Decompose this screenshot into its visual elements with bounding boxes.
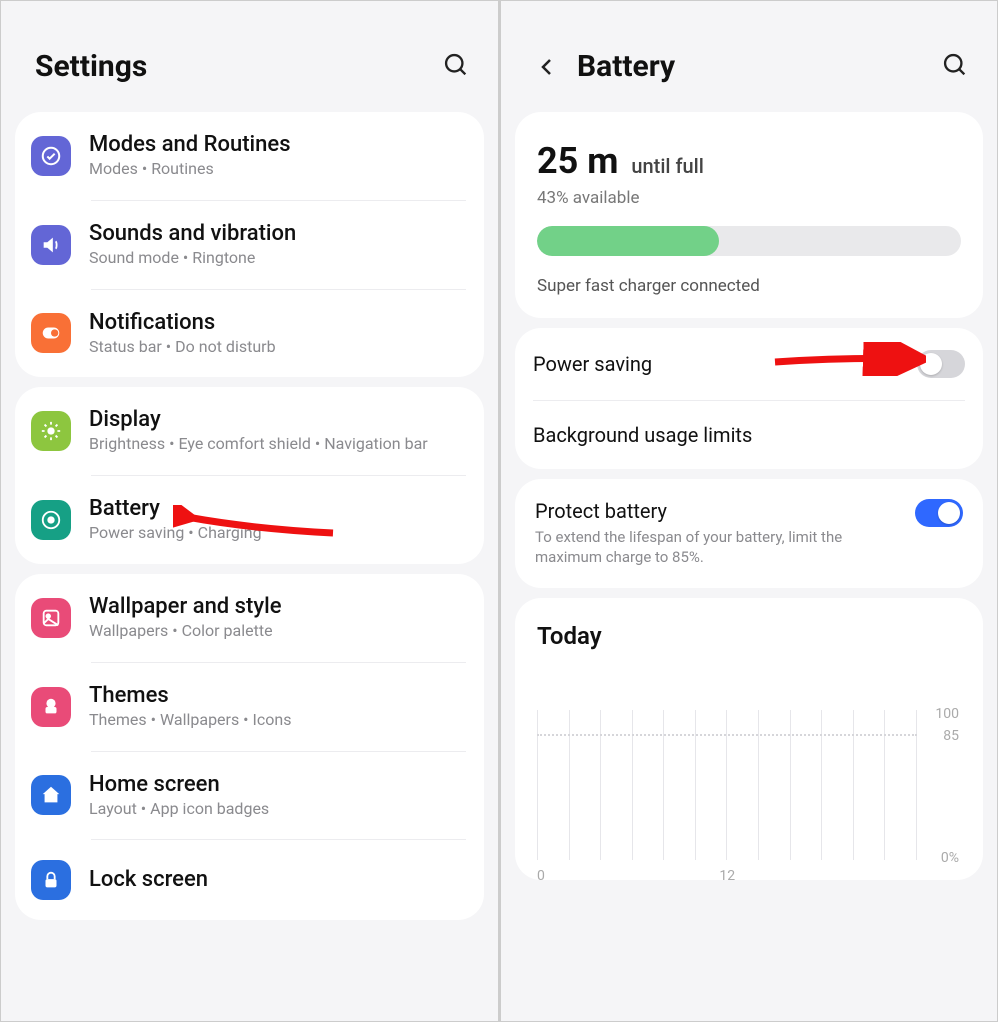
settings-screen: Settings Modes and Routines Modes • Rout… [0,0,499,1022]
x-ticks: 0 12 [537,868,917,884]
charger-status: Super fast charger connected [537,276,961,296]
settings-item-display[interactable]: Display Brightness • Eye comfort shield … [15,387,484,475]
y-tick-0: 0% [941,850,959,866]
item-subtitle: Layout • App icon badges [89,799,464,820]
page-title: Settings [35,49,424,84]
y-tick-100: 100 [935,706,959,722]
protect-battery-desc: To extend the lifespan of your battery, … [535,527,899,568]
time-suffix: until full [631,154,703,178]
search-icon[interactable] [442,51,474,83]
settings-item-lock-screen[interactable]: Lock screen [15,840,484,920]
item-title: Themes [89,683,464,708]
back-button[interactable] [535,55,559,79]
item-subtitle: Themes • Wallpapers • Icons [89,710,464,731]
sounds-icon [31,225,71,265]
battery-usage-chart: 100 85 0% 0 12 [537,710,961,880]
percent-available: 43% available [537,188,961,208]
item-subtitle: Sound mode • Ringtone [89,248,464,269]
chart-reference-85 [537,734,917,736]
power-saving-label: Power saving [533,352,905,376]
settings-group-3: Wallpaper and style Wallpapers • Color p… [15,574,484,920]
chart-gridlines [537,710,917,860]
item-title: Wallpaper and style [89,594,464,619]
battery-progress-fill [537,226,719,256]
battery-screen: Battery 25 m until full 43% available Su… [499,0,998,1022]
page-title: Battery [577,49,923,84]
settings-item-modes-routines[interactable]: Modes and Routines Modes • Routines [15,112,484,200]
time-until-full: 25 m until full [537,140,704,182]
battery-icon [31,500,71,540]
power-saving-row[interactable]: Power saving [515,328,983,400]
settings-group-1: Modes and Routines Modes • Routines Soun… [15,112,484,377]
display-icon [31,411,71,451]
protect-battery-title: Protect battery [535,499,899,523]
x-tick-12: 12 [719,868,735,884]
item-subtitle: Brightness • Eye comfort shield • Naviga… [89,434,464,455]
settings-item-sounds-vibration[interactable]: Sounds and vibration Sound mode • Ringto… [15,201,484,289]
item-title: Display [89,407,464,432]
settings-item-home-screen[interactable]: Home screen Layout • App icon badges [15,752,484,840]
x-tick-0: 0 [537,868,545,884]
wallpaper-icon [31,598,71,638]
themes-icon [31,687,71,727]
protect-battery-toggle[interactable] [915,499,963,527]
notifications-icon [31,313,71,353]
protect-battery-card[interactable]: Protect battery To extend the lifespan o… [515,479,983,588]
item-subtitle: Modes • Routines [89,159,464,180]
background-usage-limits-row[interactable]: Background usage limits [515,401,983,469]
settings-item-wallpaper-style[interactable]: Wallpaper and style Wallpapers • Color p… [15,574,484,662]
item-title: Modes and Routines [89,132,464,157]
battery-status-card: 25 m until full 43% available Super fast… [515,112,983,318]
today-title: Today [537,622,961,650]
search-icon[interactable] [941,51,973,83]
item-subtitle: Status bar • Do not disturb [89,337,464,358]
item-title: Sounds and vibration [89,221,464,246]
battery-progress-bar [537,226,961,256]
power-saving-toggle[interactable] [917,350,965,378]
item-title: Lock screen [89,867,464,892]
battery-header: Battery [501,1,997,102]
today-usage-card[interactable]: Today 100 85 0% 0 12 [515,598,983,880]
settings-header: Settings [1,1,498,102]
settings-item-notifications[interactable]: Notifications Status bar • Do not distur… [15,290,484,378]
time-value: 25 m [537,140,618,182]
settings-item-themes[interactable]: Themes Themes • Wallpapers • Icons [15,663,484,751]
home-icon [31,775,71,815]
bg-usage-label: Background usage limits [533,423,965,447]
lock-icon [31,860,71,900]
settings-item-battery[interactable]: Battery Power saving • Charging [15,476,484,564]
y-tick-85: 85 [943,728,959,744]
item-title: Home screen [89,772,464,797]
item-title: Battery [89,496,464,521]
modes-routines-icon [31,136,71,176]
item-title: Notifications [89,310,464,335]
settings-group-2: Display Brightness • Eye comfort shield … [15,387,484,564]
item-subtitle: Power saving • Charging [89,523,464,544]
power-options-card: Power saving Background usage limits [515,328,983,469]
item-subtitle: Wallpapers • Color palette [89,621,464,642]
